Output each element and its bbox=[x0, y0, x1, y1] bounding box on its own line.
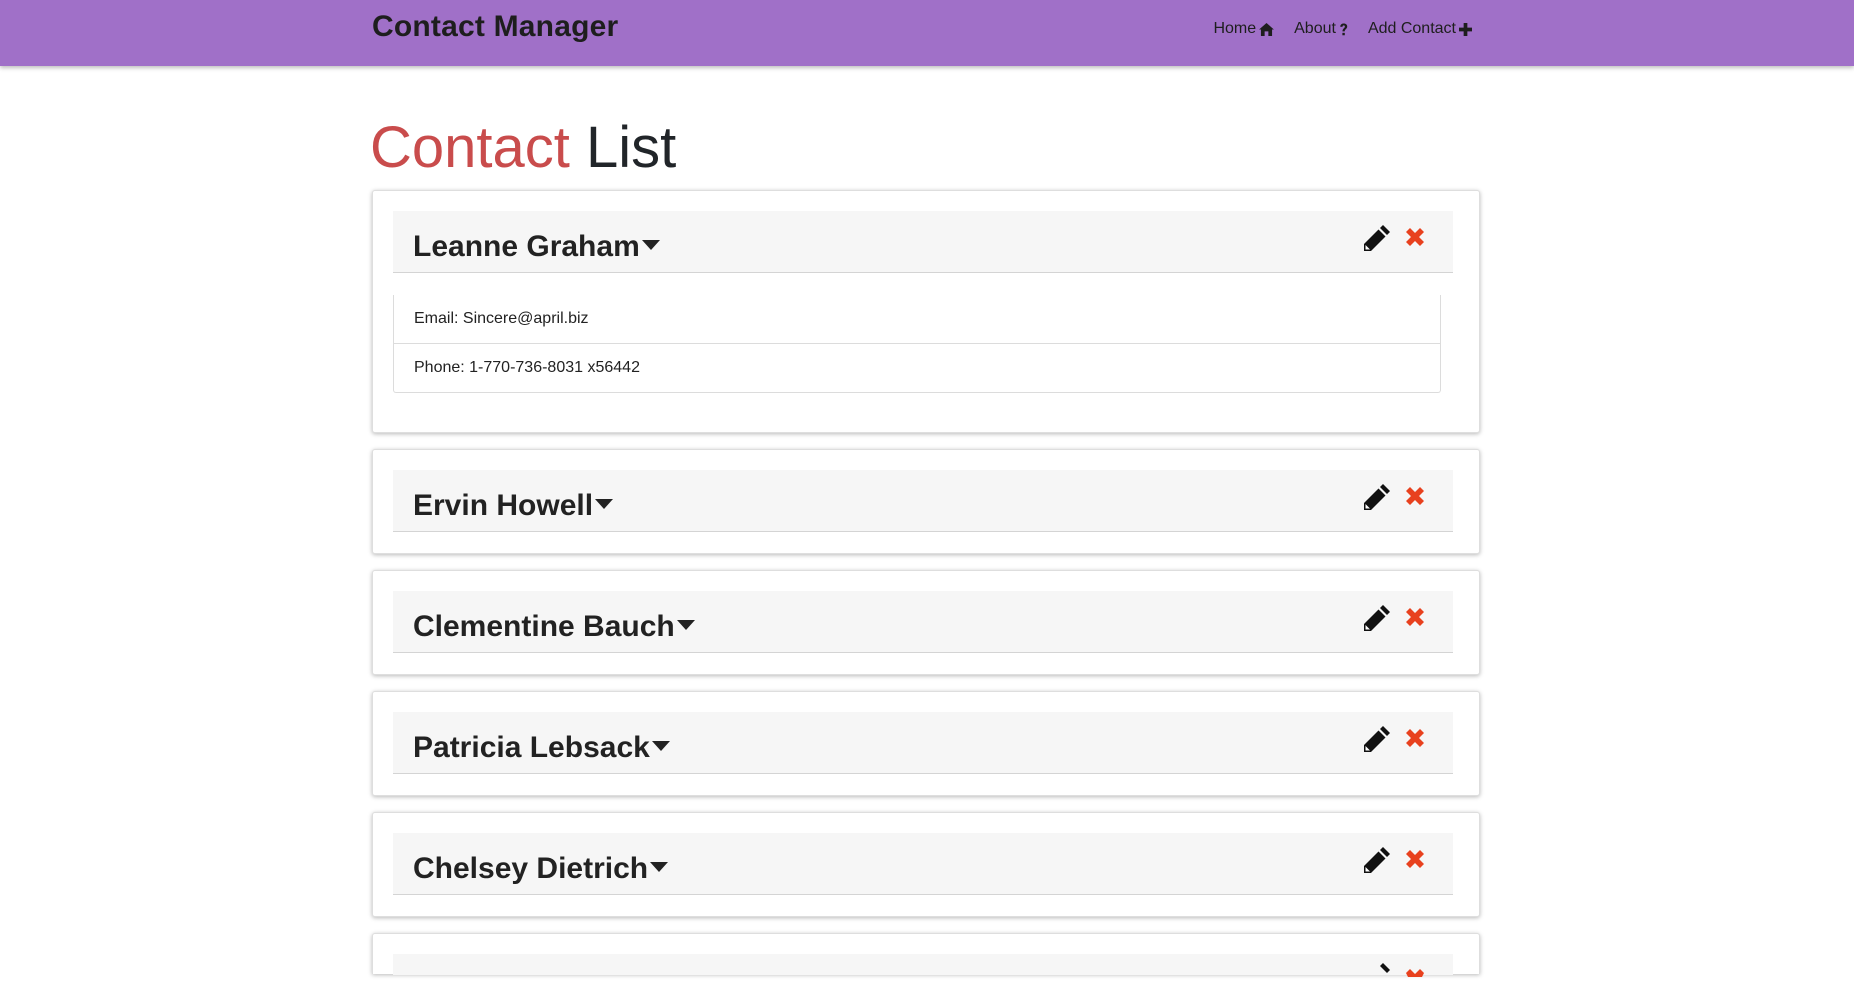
pencil-icon bbox=[1364, 605, 1390, 631]
contact-card-header bbox=[393, 954, 1453, 977]
edit-contact-button[interactable] bbox=[1361, 846, 1391, 881]
contact-name: Chelsey Dietrich bbox=[413, 852, 649, 885]
contact-card: Clementine Bauch bbox=[372, 570, 1480, 675]
pencil-icon bbox=[1364, 847, 1390, 873]
edit-contact-button[interactable] bbox=[1361, 224, 1391, 259]
contact-name: Clementine Bauch bbox=[413, 610, 675, 643]
page-title: Contact List bbox=[370, 112, 676, 184]
contact-card-header: Ervin Howell bbox=[393, 470, 1453, 532]
page-title-accent: Contact bbox=[370, 115, 570, 180]
edit-contact-button[interactable] bbox=[1361, 483, 1391, 518]
pencil-icon bbox=[1364, 225, 1390, 251]
edit-contact-button[interactable] bbox=[1361, 725, 1391, 760]
delete-contact-button[interactable] bbox=[1403, 847, 1427, 876]
contact-name-toggle[interactable]: Patricia Lebsack bbox=[413, 722, 670, 768]
question-icon bbox=[1339, 22, 1348, 36]
contact-name-toggle[interactable]: Ervin Howell bbox=[413, 480, 614, 526]
nav-about-label: About bbox=[1294, 20, 1336, 37]
pencil-icon bbox=[1380, 963, 1390, 973]
contact-name-toggle[interactable]: Chelsey Dietrich bbox=[413, 843, 669, 889]
contact-card: Ervin Howell bbox=[372, 449, 1480, 554]
contact-details-list: Email: Sincere@april.biz Phone: 1-770-73… bbox=[393, 295, 1441, 393]
contact-name: Leanne Graham bbox=[413, 230, 640, 263]
contact-card: Chelsey Dietrich bbox=[372, 812, 1480, 917]
brand-title[interactable]: Contact Manager bbox=[372, 8, 618, 46]
nav-links: Home About Add Contact bbox=[1213, 20, 1472, 38]
nav-add-contact-label: Add Contact bbox=[1367, 20, 1456, 37]
caret-down-icon[interactable] bbox=[641, 221, 660, 261]
contact-card-header: Clementine Bauch bbox=[393, 591, 1453, 653]
contact-name-toggle[interactable]: Leanne Graham bbox=[413, 221, 660, 267]
contact-name-toggle[interactable]: Clementine Bauch bbox=[413, 601, 695, 647]
caret-down-icon[interactable] bbox=[651, 722, 670, 762]
nav-home-link[interactable]: Home bbox=[1213, 20, 1275, 38]
plus-icon bbox=[1459, 22, 1472, 36]
delete-contact-button[interactable] bbox=[1403, 484, 1427, 513]
delete-contact-button[interactable] bbox=[1403, 964, 1427, 982]
times-icon bbox=[1406, 228, 1424, 246]
pencil-icon bbox=[1364, 484, 1390, 510]
edit-contact-button[interactable] bbox=[1361, 962, 1391, 997]
contact-email: Email: Sincere@april.biz bbox=[414, 310, 589, 327]
delete-contact-button[interactable] bbox=[1403, 726, 1427, 755]
home-icon bbox=[1259, 22, 1275, 36]
delete-contact-button[interactable] bbox=[1403, 225, 1427, 254]
times-icon bbox=[1406, 850, 1424, 868]
delete-contact-button[interactable] bbox=[1403, 605, 1427, 634]
times-icon bbox=[1406, 729, 1424, 747]
nav-about-link[interactable]: About bbox=[1294, 20, 1348, 38]
times-icon bbox=[1406, 487, 1424, 505]
caret-down-icon[interactable] bbox=[595, 480, 614, 520]
caret-down-icon[interactable] bbox=[676, 601, 695, 641]
page-title-main: List bbox=[586, 115, 677, 180]
contact-card: Leanne Graham Email: Sincere@april.biz P… bbox=[372, 190, 1480, 433]
contact-card-header: Leanne Graham bbox=[393, 211, 1453, 273]
nav-home-label: Home bbox=[1213, 20, 1257, 37]
contact-card-header: Chelsey Dietrich bbox=[393, 833, 1453, 895]
contact-phone: Phone: 1-770-736-8031 x56442 bbox=[394, 343, 1440, 392]
navbar: Contact Manager Home About Add Contact bbox=[0, 0, 1854, 66]
contact-name: Patricia Lebsack bbox=[413, 731, 650, 764]
pencil-icon bbox=[1364, 726, 1390, 752]
contact-card: Patricia Lebsack bbox=[372, 691, 1480, 796]
contact-card-header: Patricia Lebsack bbox=[393, 712, 1453, 774]
times-icon bbox=[1406, 608, 1424, 626]
contact-name: Ervin Howell bbox=[413, 489, 594, 522]
times-icon bbox=[1406, 969, 1424, 977]
nav-add-contact-link[interactable]: Add Contact bbox=[1368, 20, 1472, 38]
caret-down-icon[interactable] bbox=[650, 843, 669, 883]
edit-contact-button[interactable] bbox=[1361, 604, 1391, 639]
contact-card bbox=[372, 933, 1480, 977]
